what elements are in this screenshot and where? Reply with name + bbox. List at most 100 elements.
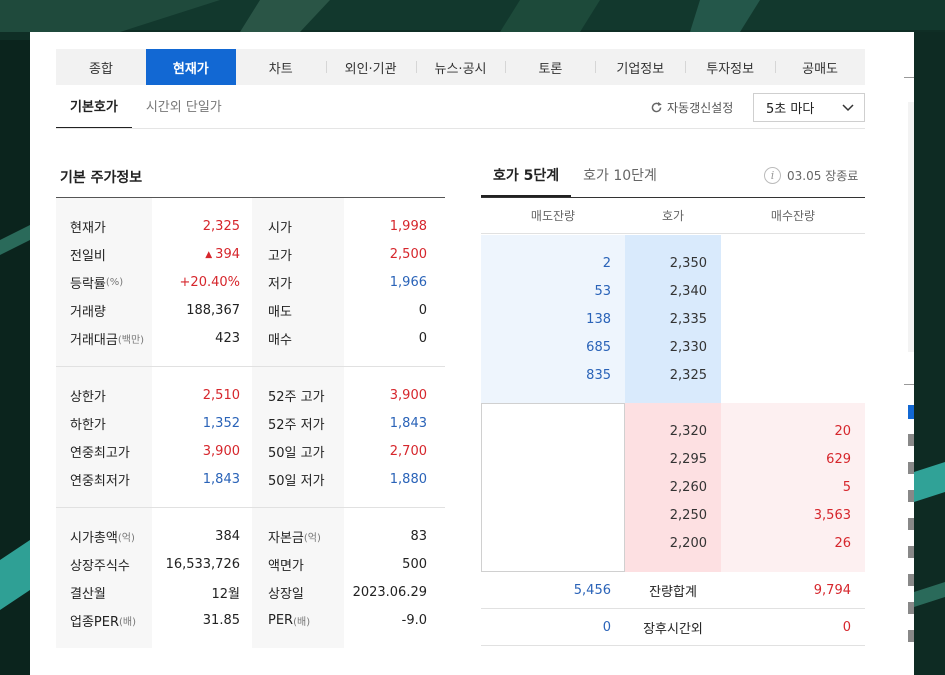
bid-quantity-column: 20 629 5 3,563 26: [721, 403, 865, 572]
info-value: 423: [152, 331, 252, 346]
info-label-text: 결산월: [70, 586, 106, 602]
info-label-text: 매도: [268, 304, 292, 320]
tab-short-selling[interactable]: 공매도: [775, 49, 865, 85]
ask-price-cell: 2,350: [669, 255, 707, 271]
ask-price-cell: 2,335: [669, 311, 707, 327]
ask-price-column: 2,350 2,340 2,335 2,330 2,325: [625, 235, 721, 403]
info-label-text: 등락률: [70, 276, 106, 292]
info-row: 거래대금 (백만) 423 매수 0: [56, 324, 445, 352]
info-value: 12월: [152, 583, 252, 602]
bid-price-cell: 2,200: [669, 535, 707, 551]
total-label: 잔량합계: [649, 585, 697, 600]
info-value-text: 2,325: [202, 218, 240, 234]
info-value: 0: [418, 302, 427, 318]
orderbook-after-hours-row: 0 장후시간외 0: [481, 610, 865, 646]
bid-price-cell: 2,320: [669, 423, 707, 439]
info-value: 3,900: [152, 444, 252, 459]
tab-orderbook-5[interactable]: 호가 5단계: [481, 165, 572, 197]
column-padding: [625, 235, 721, 249]
subtab-divider: [56, 128, 865, 129]
total-ask-qty: 5,456: [573, 583, 611, 598]
basic-info-group-company: 시가총액 (억) 384 자본금 (억) 83 상장주식수 16,533,726 액면가 500 결…: [56, 508, 445, 648]
refresh-icon: [651, 101, 662, 112]
info-label: 등락률 (%): [56, 268, 152, 296]
tab-summary[interactable]: 종합: [56, 49, 146, 85]
info-value: 1,352: [152, 416, 252, 431]
ask-qty-cell: 138: [586, 311, 611, 327]
info-label: 현재가: [56, 212, 152, 240]
info-label-unit: (%): [105, 276, 124, 288]
subtab-after-hours[interactable]: 시간외 단일가: [132, 92, 236, 129]
auto-refresh-setting[interactable]: 자동갱신설정: [650, 96, 733, 118]
market-status-text: 03.05 장종료: [787, 169, 859, 183]
ask-qty-cell: 685: [586, 339, 611, 355]
info-label-unit: (억): [117, 532, 135, 544]
info-row: 현재가 2,325 시가 1,998: [56, 212, 445, 240]
auto-refresh-label: 자동갱신설정: [667, 100, 734, 115]
info-row: 결산월 12월 상장일 2023.06.29: [56, 578, 445, 606]
bid-price-column: 2,320 2,295 2,260 2,250 2,200: [625, 403, 721, 572]
main-tabs: 종합 현재가 차트 외인·기관 뉴스·공시 토론 기업정보 투자정보 공매도: [56, 49, 865, 85]
info-icon[interactable]: i: [764, 167, 781, 184]
info-row: 하한가 1,352 52주 저가 1,843: [56, 409, 445, 437]
tab-current-price[interactable]: 현재가: [145, 49, 236, 85]
info-value-text: 188,367: [186, 302, 240, 318]
row-padding: [56, 493, 445, 507]
info-value: -9.0: [401, 612, 427, 628]
info-label-unit: (억): [303, 532, 321, 544]
tab-company-info[interactable]: 기업정보: [595, 49, 685, 85]
info-label-text: 상장일: [268, 586, 304, 602]
total-bid-qty: 9,794: [813, 583, 851, 598]
tab-orderbook-10[interactable]: 호가 10단계: [571, 165, 669, 197]
info-label: 52주 고가: [252, 381, 344, 409]
info-label-text: 거래량: [70, 304, 106, 320]
info-label-text: 액면가: [268, 558, 304, 574]
info-value-text: 423: [215, 330, 240, 346]
info-label-text: 자본금: [268, 530, 304, 546]
info-label-text: 52주 고가: [268, 389, 325, 405]
info-value: 1,843: [389, 415, 427, 431]
subtab-basic-quote[interactable]: 기본호가: [56, 92, 132, 129]
ask-qty-cell: 2: [602, 255, 611, 271]
info-value: 3,900: [389, 387, 427, 403]
tab-investment-info[interactable]: 투자정보: [685, 49, 775, 85]
info-value: 2,510: [152, 388, 252, 403]
tab-news-disclosure[interactable]: 뉴스·공시: [415, 49, 506, 85]
bid-qty-cell: 3,563: [813, 507, 851, 523]
info-row: 연중최고가 3,900 50일 고가 2,700: [56, 437, 445, 465]
row-padding: [56, 198, 445, 212]
refresh-interval-value: 5초 마다: [766, 102, 815, 117]
info-value: 188,367: [152, 303, 252, 318]
info-label: 저가: [252, 268, 344, 296]
after-bid-qty: 0: [842, 620, 851, 635]
info-label: 하한가: [56, 409, 152, 437]
tab-discussion[interactable]: 토론: [505, 49, 595, 85]
info-label-text: 상장주식수: [70, 558, 130, 574]
info-row: 상한가 2,510 52주 고가 3,900: [56, 381, 445, 409]
refresh-interval-select[interactable]: 5초 마다: [753, 93, 865, 122]
info-label-text: 시가: [268, 220, 292, 236]
header-bid-qty: 매수잔량: [770, 209, 816, 223]
info-row: 등락률 (%) +20.40% 저가 1,966: [56, 268, 445, 296]
ask-qty-cell: 53: [594, 283, 611, 299]
column-padding: [481, 235, 625, 249]
info-value-text: 2,510: [202, 387, 240, 403]
info-label: 연중최고가: [56, 437, 152, 465]
info-label: 거래량: [56, 296, 152, 324]
row-padding: [56, 352, 445, 366]
info-row: 상장주식수 16,533,726 액면가 500: [56, 550, 445, 578]
orderbook-header: 매도잔량 호가 매수잔량: [481, 198, 865, 234]
bid-empty-area: [481, 403, 625, 572]
tab-foreign-institution[interactable]: 외인·기관: [325, 49, 416, 85]
ask-quantity-column: 2 53 138 685 835: [481, 235, 625, 403]
info-value: 1,966: [389, 274, 427, 290]
ask-price-cell: 2,330: [669, 339, 707, 355]
info-label-text: 전일비: [70, 248, 106, 264]
info-value-text: 3,900: [202, 443, 240, 459]
market-status: i 03.05 장종료: [764, 167, 858, 184]
info-label-text: 업종PER: [70, 614, 120, 630]
info-label: 상한가: [56, 381, 152, 409]
tab-chart[interactable]: 차트: [236, 49, 326, 85]
info-label: 상장주식수: [56, 550, 152, 578]
info-label: 액면가: [252, 550, 344, 578]
